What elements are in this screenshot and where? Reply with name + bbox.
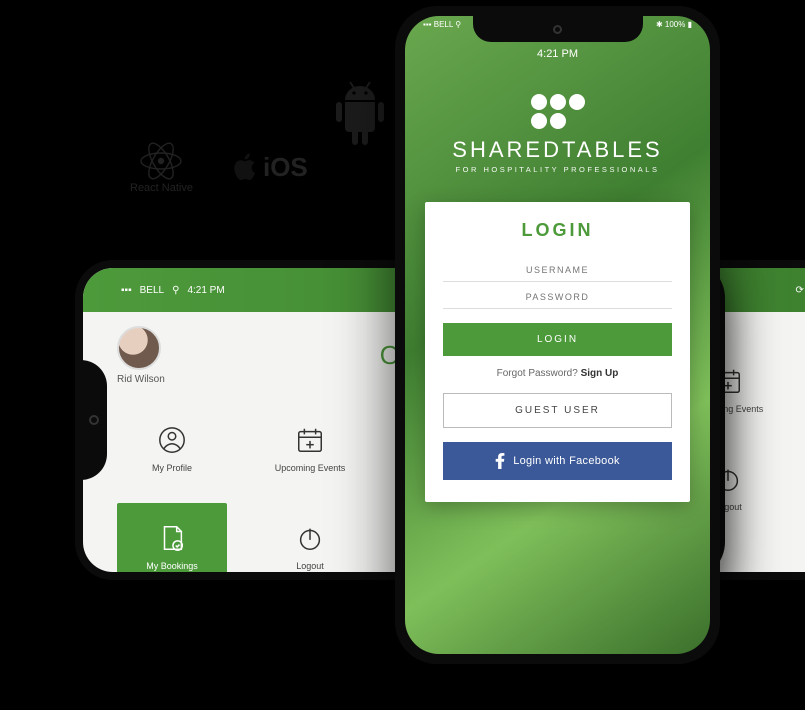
brand-name: SHAREDTABLES: [405, 137, 710, 163]
profile-icon: [157, 425, 187, 455]
side-notch: [83, 360, 107, 480]
phone-portrait-front: ▪▪▪ BELL ⚲ ✱ 100% ▮ 4:21 PM SHAREDTABLES…: [395, 6, 720, 664]
facebook-login-button[interactable]: Login with Facebook: [443, 442, 672, 480]
username-input[interactable]: [443, 255, 672, 282]
login-button[interactable]: LOGIN: [443, 323, 672, 356]
ios-logo: iOS: [233, 152, 308, 183]
signup-link[interactable]: Sign Up: [581, 368, 619, 379]
apple-icon: [233, 153, 257, 181]
password-input[interactable]: [443, 282, 672, 309]
login-card: LOGIN LOGIN Forgot Password? Sign Up GUE…: [425, 202, 690, 502]
brand-block: SHAREDTABLES FOR HOSPITALITY PROFESSIONA…: [405, 94, 710, 174]
tile-upcoming-events[interactable]: Upcoming Events: [255, 405, 365, 493]
brand-dots-icon: [531, 94, 585, 129]
facebook-icon: [495, 453, 505, 469]
avatar[interactable]: [117, 326, 161, 370]
react-native-label: React Native: [130, 182, 193, 194]
top-notch: [473, 16, 643, 42]
brand-tagline: FOR HOSPITALITY PROFESSIONALS: [405, 165, 710, 174]
calendar-plus-icon: [295, 425, 325, 455]
tile-my-profile[interactable]: My Profile: [117, 405, 227, 493]
android-logo: [330, 80, 390, 148]
tile-logout[interactable]: Logout: [255, 503, 365, 572]
tile-my-bookings[interactable]: My Bookings: [117, 503, 227, 572]
booking-check-icon: [157, 523, 187, 553]
guest-user-button[interactable]: GUEST USER: [443, 393, 672, 428]
login-title: LOGIN: [443, 220, 672, 241]
tech-logos: React Native iOS: [130, 140, 308, 194]
power-icon: [295, 523, 325, 553]
forgot-signup-row: Forgot Password? Sign Up: [443, 368, 672, 379]
ios-label: iOS: [263, 152, 308, 183]
username-label: Rid Wilson: [117, 374, 165, 385]
react-native-logo: React Native: [130, 140, 193, 194]
forgot-password-link[interactable]: Forgot Password?: [497, 368, 581, 379]
